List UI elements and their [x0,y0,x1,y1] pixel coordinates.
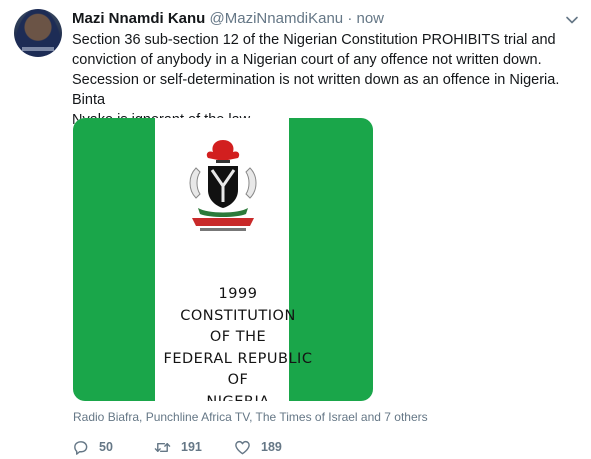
reply-icon [74,440,88,455]
like-count: 189 [261,440,282,454]
avatar-caption-strip [22,47,54,51]
separator-dot: · [347,10,353,27]
tweet-time[interactable]: now [357,10,385,27]
retweet-button[interactable]: 191 [154,437,202,457]
retweet-icon [154,442,171,452]
tweet-text: Section 36 sub-section 12 of the Nigeria… [72,32,560,128]
like-icon [235,440,250,454]
retweet-count: 191 [181,440,202,454]
chevron-down-icon[interactable] [565,13,579,27]
tweet: Mazi Nnamdi Kanu @MaziNnamdiKanu · now S… [0,0,591,459]
reply-count: 50 [99,440,113,454]
coat-of-arms-icon [189,140,257,231]
author-name[interactable]: Mazi Nnamdi Kanu [72,10,205,27]
tweet-header: Mazi Nnamdi Kanu @MaziNnamdiKanu · now [72,9,384,29]
cover-title: 1999 CONSTITUTION OF THE FEDERAL REPUBLI… [163,286,313,401]
tweet-actions: 50 191 189 [72,437,472,457]
tweet-media[interactable]: 1999 CONSTITUTION OF THE FEDERAL REPUBLI… [73,118,373,401]
reply-button[interactable]: 50 [72,437,113,457]
avatar[interactable] [14,9,62,57]
media-sources[interactable]: Radio Biafra, Punchline Africa TV, The T… [73,410,428,424]
like-button[interactable]: 189 [234,437,282,457]
author-handle[interactable]: @MaziNnamdiKanu [210,10,344,27]
